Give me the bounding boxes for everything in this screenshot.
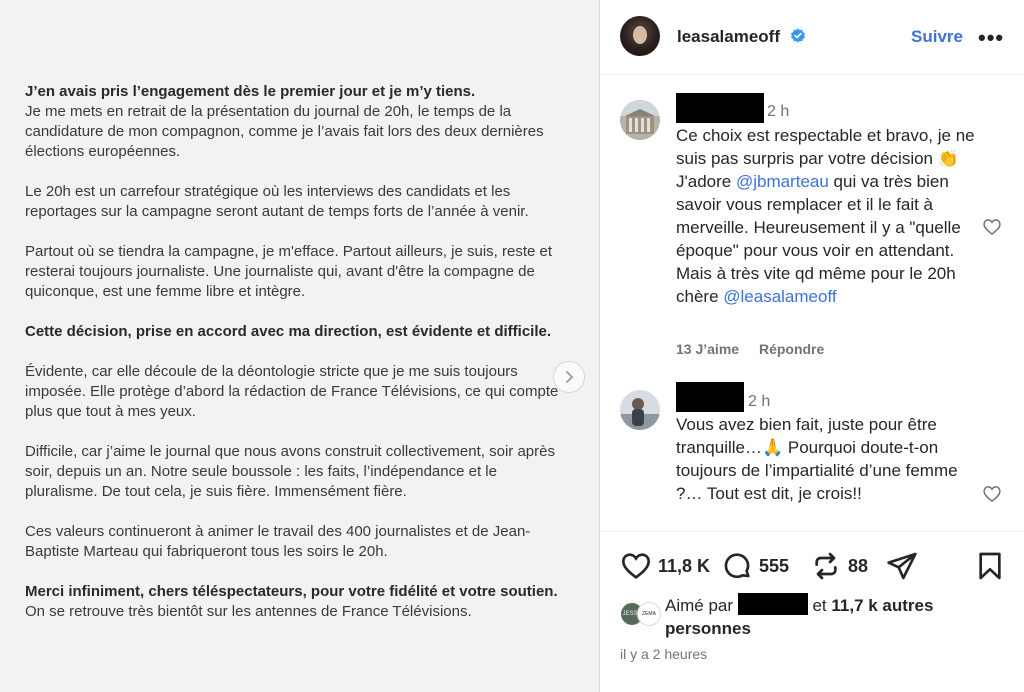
redacted-username bbox=[737, 593, 808, 615]
heart-icon[interactable] bbox=[982, 217, 1002, 237]
more-options-button[interactable]: ••• bbox=[978, 25, 1004, 51]
post-paragraph-bold: Cette décision, prise en accord avec ma … bbox=[25, 323, 552, 340]
liked-by-and: et bbox=[807, 596, 832, 615]
post-paragraph-text: Partout où se tiendra la campagne, je m'… bbox=[25, 243, 553, 300]
post-timestamp: il y a 2 heures bbox=[620, 646, 708, 662]
post-paragraph: Évidente, car elle découle de la déontol… bbox=[25, 362, 565, 422]
post-paragraph-text: Ces valeurs continueront à animer le tra… bbox=[25, 523, 531, 560]
repost-icon[interactable] bbox=[810, 550, 842, 582]
comment-meta: 13 J’aime Répondre bbox=[676, 341, 840, 357]
post-paragraph-text: Évidente, car elle découle de la déontol… bbox=[25, 363, 559, 420]
share-action[interactable] bbox=[886, 550, 918, 582]
post-image: J’en avais pris l’engagement dès le prem… bbox=[0, 0, 600, 692]
likes-count: 11,8 K bbox=[658, 555, 711, 576]
post-paragraph-bold: J’en avais pris l’engagement dès le prem… bbox=[25, 83, 476, 100]
like-action[interactable]: 11,8 K bbox=[620, 550, 710, 582]
post-paragraph-text: Le 20h est un carrefour stratégique où l… bbox=[25, 183, 529, 220]
next-slide-button[interactable] bbox=[553, 361, 585, 393]
redacted-username bbox=[676, 382, 744, 412]
comment-likes[interactable]: 13 J’aime bbox=[676, 341, 739, 357]
post-paragraph-bold: Merci infiniment, chers téléspectateurs,… bbox=[25, 583, 558, 600]
post-header: leasalameoff Suivre ••• bbox=[600, 0, 1024, 75]
post-paragraph-text: Difficile, car j’aime le journal que nou… bbox=[25, 443, 555, 500]
comment-text-segment: qui va très bien savoir vous remplacer e… bbox=[676, 172, 961, 306]
mention-link[interactable]: @leasalameoff bbox=[723, 287, 836, 306]
liked-by-text: Aimé par et 11,7 k autres personnes bbox=[665, 593, 1015, 640]
comment-item: 2 h Ce choix est respectable et bravo, j… bbox=[620, 93, 1010, 370]
liked-by-avatars[interactable]: JESSE ZEMA bbox=[620, 602, 662, 626]
bookmark-icon[interactable] bbox=[974, 550, 1006, 582]
comments-list: 2 h Ce choix est respectable et bravo, j… bbox=[600, 76, 1024, 531]
liker-avatar[interactable]: ZEMA bbox=[637, 602, 661, 626]
liked-by-prefix: Aimé par bbox=[665, 596, 738, 615]
verified-badge-icon bbox=[791, 28, 805, 43]
post-paragraph: Le 20h est un carrefour stratégique où l… bbox=[25, 182, 565, 222]
post-paragraph: Partout où se tiendra la campagne, je m'… bbox=[25, 242, 565, 302]
post-sidebar: leasalameoff Suivre ••• 2 h Ce choix est… bbox=[600, 0, 1024, 692]
commenter-avatar[interactable] bbox=[620, 390, 660, 430]
comment-time: 2 h bbox=[748, 393, 771, 410]
post-paragraph: Difficile, car j’aime le journal que nou… bbox=[25, 442, 565, 502]
author-avatar[interactable] bbox=[620, 16, 660, 56]
comment-text: Vous avez bien fait, juste pour être tra… bbox=[676, 415, 958, 503]
save-action[interactable] bbox=[974, 550, 1006, 582]
follow-button[interactable]: Suivre bbox=[911, 27, 963, 47]
share-paper-plane-icon[interactable] bbox=[886, 550, 918, 582]
redacted-username bbox=[676, 93, 764, 123]
post-paragraph-text: On se retrouve très bientôt sur les ante… bbox=[25, 603, 472, 620]
comment-time: 2 h bbox=[767, 103, 790, 120]
actions-bar: 11,8 K 555 88 JESSE ZEMA Aimé par et 11,… bbox=[600, 531, 1024, 692]
commenter-avatar[interactable] bbox=[620, 100, 660, 140]
post-paragraph: Ces valeurs continueront à animer le tra… bbox=[25, 522, 565, 562]
post-paragraph: Merci infiniment, chers téléspectateurs,… bbox=[25, 582, 565, 622]
post-paragraph: Cette décision, prise en accord avec ma … bbox=[25, 322, 565, 342]
post-text: J’en avais pris l’engagement dès le prem… bbox=[25, 82, 565, 642]
mention-link[interactable]: @jbmarteau bbox=[736, 172, 829, 191]
heart-icon[interactable] bbox=[982, 484, 1002, 504]
heart-icon[interactable] bbox=[620, 550, 652, 582]
post-paragraph-text: Je me mets en retrait de la présentation… bbox=[25, 103, 544, 160]
chevron-right-icon bbox=[566, 371, 573, 383]
comment-text: Ce choix est respectable et bravo, je ne… bbox=[676, 124, 986, 308]
reply-button[interactable]: Répondre bbox=[759, 341, 824, 357]
post-paragraph: J’en avais pris l’engagement dès le prem… bbox=[25, 82, 565, 162]
comment-item: 2 h Vous avez bien fait, juste pour être… bbox=[620, 382, 1010, 530]
comment-action[interactable]: 555 bbox=[721, 550, 789, 582]
comment-bubble-icon[interactable] bbox=[721, 550, 753, 582]
reposts-count: 88 bbox=[848, 555, 869, 576]
author-username[interactable]: leasalameoff bbox=[677, 27, 780, 47]
repost-action[interactable]: 88 bbox=[810, 550, 868, 582]
comments-count: 555 bbox=[759, 555, 790, 576]
